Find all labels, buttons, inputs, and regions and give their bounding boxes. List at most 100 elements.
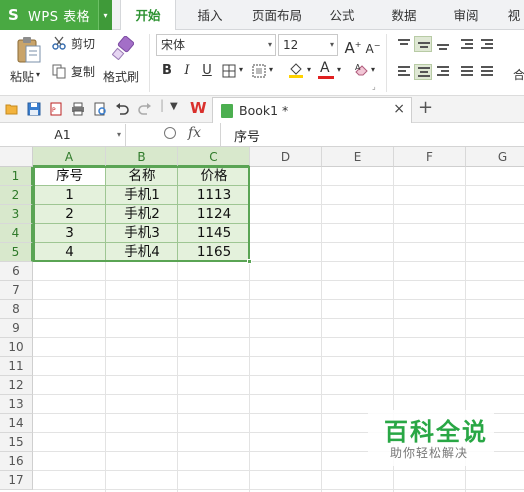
shrink-font-button[interactable]: A−	[364, 37, 382, 56]
redo-icon[interactable]	[138, 102, 152, 116]
row-header-9[interactable]: 9	[0, 319, 33, 338]
font-name-select[interactable]: 宋体 ▾	[156, 34, 276, 56]
increase-indent-button[interactable]	[478, 36, 496, 52]
shrink-font-label: A	[365, 42, 374, 56]
app-menu-button[interactable]: S WPS 表格 ▾	[0, 0, 112, 30]
clear-format-button[interactable]: A ▾	[354, 62, 380, 80]
cell-a3[interactable]: 2	[33, 205, 106, 224]
format-painter-button[interactable]: 格式刷	[102, 34, 144, 90]
cell-b2[interactable]: 手机1	[106, 186, 178, 205]
print-preview-icon[interactable]	[93, 102, 107, 116]
align-center-button[interactable]	[414, 64, 432, 80]
export-pdf-icon[interactable]: P	[49, 102, 63, 116]
row-header-17[interactable]: 17	[0, 471, 33, 490]
tab-review[interactable]: 审阅	[442, 0, 490, 30]
print-icon[interactable]	[71, 102, 85, 116]
column-header-f[interactable]: F	[394, 147, 466, 167]
cell-a1[interactable]: 序号	[33, 167, 106, 186]
align-middle-button[interactable]	[414, 36, 432, 52]
customize-toolbar-icon[interactable]: ▼	[170, 101, 178, 112]
row-header-1[interactable]: 1	[0, 167, 33, 186]
align-bottom-button[interactable]	[434, 36, 452, 52]
row-header-8[interactable]: 8	[0, 300, 33, 319]
fill-handle[interactable]	[247, 259, 252, 264]
column-gridline	[321, 167, 322, 492]
cell-a4[interactable]: 3	[33, 224, 106, 243]
paste-button[interactable]: 粘贴 ▾	[6, 34, 50, 90]
column-header-c[interactable]: C	[178, 147, 250, 167]
insert-function-button[interactable]: fx	[188, 125, 201, 141]
close-icon[interactable]: ×	[393, 101, 405, 117]
name-box[interactable]: A1 ▾	[0, 124, 126, 146]
decrease-indent-button[interactable]	[458, 36, 476, 52]
align-left-button[interactable]	[395, 64, 413, 80]
row-header-12[interactable]: 12	[0, 376, 33, 395]
borders-button[interactable]: ▾	[222, 63, 248, 79]
fill-color-button[interactable]: ▾	[288, 62, 316, 80]
row-header-11[interactable]: 11	[0, 357, 33, 376]
row-header-16[interactable]: 16	[0, 452, 33, 471]
cell-c4[interactable]: 1145	[178, 224, 250, 243]
cell-style-button[interactable]: ▾	[252, 63, 278, 79]
row-header-10[interactable]: 10	[0, 338, 33, 357]
document-tab[interactable]: Book1 * ×	[212, 97, 412, 123]
column-header-b[interactable]: B	[106, 147, 178, 167]
cell-c3[interactable]: 1124	[178, 205, 250, 224]
row-header-7[interactable]: 7	[0, 281, 33, 300]
cell-b5[interactable]: 手机4	[106, 243, 178, 262]
row-header-4[interactable]: 4	[0, 224, 33, 243]
row-header-2[interactable]: 2	[0, 186, 33, 205]
cell-c1[interactable]: 价格	[178, 167, 250, 186]
cell-b3[interactable]: 手机2	[106, 205, 178, 224]
zoom-search-icon[interactable]	[164, 127, 176, 139]
underline-button[interactable]: U	[198, 62, 216, 80]
column-header-d[interactable]: D	[250, 147, 322, 167]
italic-button[interactable]: I	[178, 62, 196, 80]
open-folder-icon[interactable]	[5, 102, 19, 116]
cell-a2[interactable]: 1	[33, 186, 106, 205]
font-dialog-launcher-icon[interactable]: ⌟	[372, 82, 376, 91]
cell-c5[interactable]: 1165	[178, 243, 250, 262]
quick-access-toolbar: P | ▼ W Book1 * × +	[0, 96, 524, 123]
column-header-a[interactable]: A	[33, 147, 106, 167]
tab-insert[interactable]: 插入	[184, 0, 236, 30]
copy-button[interactable]: 复制	[52, 62, 100, 82]
tab-view[interactable]: 视	[504, 0, 524, 30]
row-header-15[interactable]: 15	[0, 433, 33, 452]
column-header-g[interactable]: G	[466, 147, 524, 167]
cell-a5[interactable]: 4	[33, 243, 106, 262]
row-header-5[interactable]: 5	[0, 243, 33, 262]
align-top-button[interactable]	[395, 36, 413, 52]
justify-button[interactable]	[458, 64, 476, 80]
chevron-down-icon[interactable]: ▾	[36, 70, 40, 79]
font-size-select[interactable]: 12 ▾	[278, 34, 338, 56]
tab-page-layout[interactable]: 页面布局	[242, 0, 312, 30]
distributed-align-button[interactable]	[478, 64, 496, 80]
bold-button[interactable]: B	[158, 62, 176, 80]
tab-home[interactable]: 开始	[120, 0, 176, 31]
formula-input[interactable]: 序号	[234, 126, 260, 145]
merge-cells-label[interactable]: 合	[513, 66, 524, 83]
chevron-down-icon[interactable]: ▾	[98, 0, 112, 30]
row-header-6[interactable]: 6	[0, 262, 33, 281]
row-header-13[interactable]: 13	[0, 395, 33, 414]
cell-c2[interactable]: 1113	[178, 186, 250, 205]
cell-b1[interactable]: 名称	[106, 167, 178, 186]
wps-docs-icon[interactable]: W	[190, 99, 207, 117]
tab-formulas[interactable]: 公式	[318, 0, 366, 30]
undo-icon[interactable]	[115, 102, 129, 116]
column-header-e[interactable]: E	[322, 147, 394, 167]
new-tab-button[interactable]: +	[418, 97, 433, 118]
font-color-button[interactable]: A ▾	[318, 60, 346, 80]
row-header-3[interactable]: 3	[0, 205, 33, 224]
select-all-corner[interactable]	[0, 147, 33, 167]
save-icon[interactable]	[27, 102, 41, 116]
grow-font-button[interactable]: A+	[344, 36, 362, 57]
row-header-14[interactable]: 14	[0, 414, 33, 433]
cut-button[interactable]: 剪切	[52, 34, 100, 54]
tab-data[interactable]: 数据	[380, 0, 428, 30]
watermark-title: 百科全说	[384, 418, 488, 446]
cell-b4[interactable]: 手机3	[106, 224, 178, 243]
align-right-button[interactable]	[434, 64, 452, 80]
ribbon-divider	[149, 34, 150, 92]
